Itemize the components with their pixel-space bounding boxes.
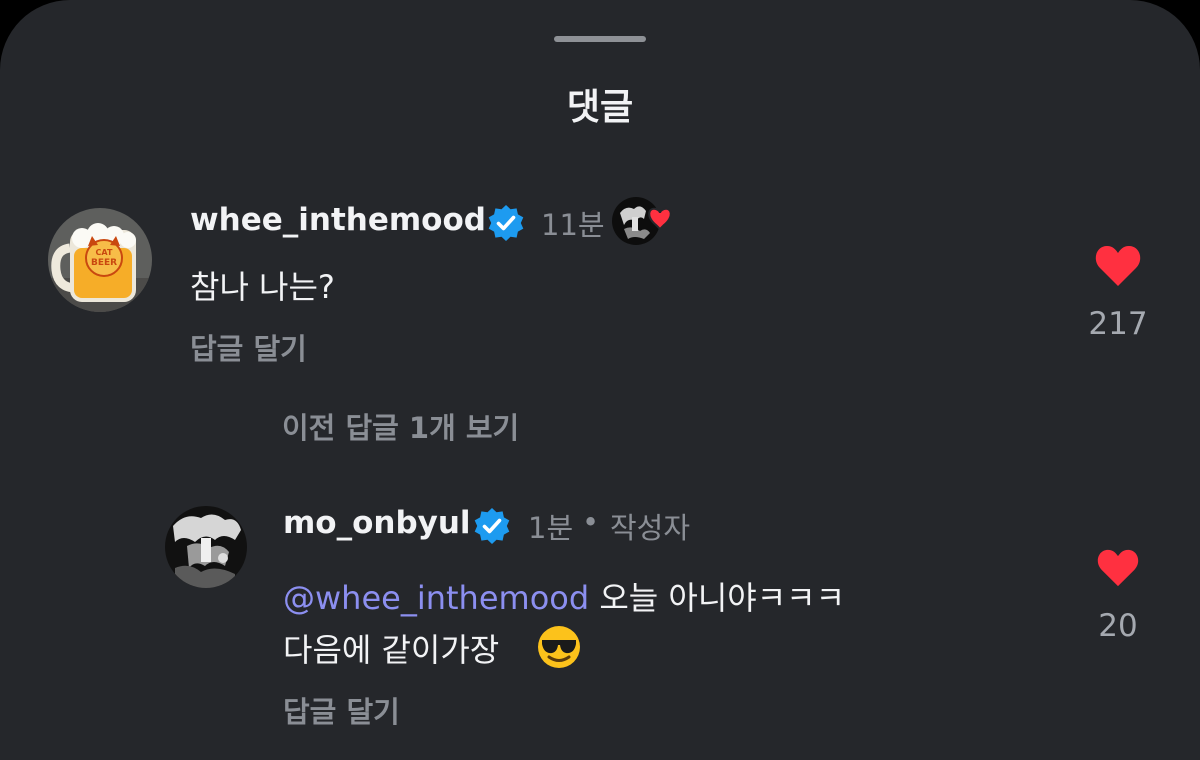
avatar-print-cat: CAT <box>96 248 113 257</box>
author-avatar-heart-icon <box>612 197 672 245</box>
like-heart-icon[interactable] <box>1094 244 1142 288</box>
sheet-grabber-handle[interactable] <box>554 36 646 42</box>
reply-text-part2: 다음에 같이가장 <box>283 631 500 669</box>
mention-link[interactable]: @whee_inthemood <box>283 579 589 617</box>
verified-badge-icon <box>474 508 510 544</box>
comments-sheet: 댓글 CAT BEER whee_inthemood 11분 참나 나는? 답글… <box>0 0 1200 760</box>
reply-button[interactable]: 답글 달기 <box>190 326 307 368</box>
reply-text-line2: 다음에 같이가장 <box>283 625 499 671</box>
comment-username[interactable]: whee_inthemood <box>190 202 486 238</box>
sheet-title: 댓글 <box>566 87 634 128</box>
reply-button[interactable]: 답글 달기 <box>283 689 400 731</box>
like-heart-icon[interactable] <box>1096 548 1140 588</box>
comment-text: 참나 나는? <box>190 268 335 306</box>
bw-photo-avatar-image <box>165 506 247 588</box>
reply-text-line1: @whee_inthemood 오늘 아니야ㅋㅋㅋ <box>283 573 845 619</box>
author-badge: 작성자 <box>610 511 691 545</box>
beer-mug-avatar-image: CAT BEER <box>48 208 152 312</box>
reply-timestamp: 1분 <box>528 511 574 545</box>
verified-badge-icon <box>488 205 524 241</box>
liked-by-author-indicator <box>610 195 680 247</box>
like-count: 20 <box>1098 608 1138 644</box>
reply-username[interactable]: mo_onbyul <box>283 505 471 541</box>
separator-dot: • <box>582 505 600 539</box>
avatar-print-beer: BEER <box>91 258 117 268</box>
smiling-face-with-sunglasses-icon <box>538 626 580 668</box>
comment-timestamp: 11분 <box>541 208 605 242</box>
reply-text-part: 오늘 아니야ㅋㅋㅋ <box>589 579 846 617</box>
view-previous-replies-button[interactable]: 이전 답글 1개 보기 <box>282 405 519 447</box>
like-count: 217 <box>1088 306 1148 342</box>
avatar-mo-onbyul[interactable] <box>165 506 247 588</box>
avatar-whee[interactable]: CAT BEER <box>48 208 152 312</box>
